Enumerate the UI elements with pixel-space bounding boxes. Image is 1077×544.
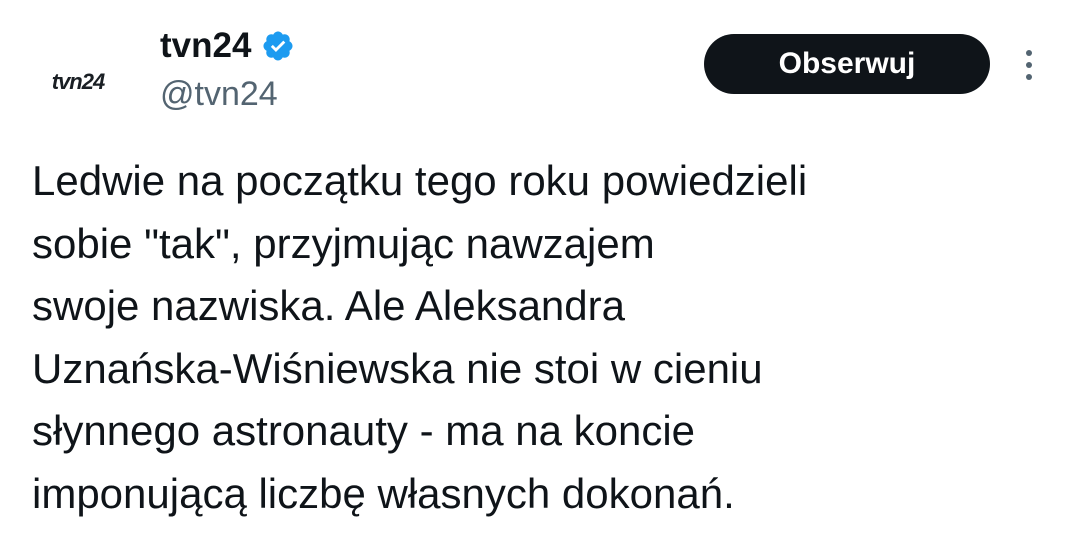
tweet-card: tvn24 tvn24 @tvn24 Obserwuj Ledwie na po…	[0, 0, 1077, 544]
tweet-text-line: swoje nazwiska. Ale Aleksandra	[32, 282, 625, 329]
tweet-text-line: Ledwie na początku tego roku powiedzieli	[32, 157, 808, 204]
tweet-text-line: Uznańska-Wiśniewska nie stoi w cieniu	[32, 344, 763, 392]
author-name-row: tvn24	[160, 22, 295, 70]
verified-badge-icon	[261, 29, 295, 63]
more-vertical-icon[interactable]	[1014, 44, 1044, 86]
display-name[interactable]: tvn24	[160, 22, 251, 70]
follow-button[interactable]: Obserwuj	[704, 34, 990, 94]
tweet-text-line: słynnego astronauty - ma na koncie	[32, 407, 696, 454]
avatar-logo-text: tvn24	[51, 69, 105, 94]
tweet-text-line: imponującą liczbę własnych dokonań.	[32, 469, 735, 517]
avatar[interactable]: tvn24	[30, 34, 126, 130]
author-handle[interactable]: @tvn24	[160, 72, 278, 116]
tweet-text-line: sobie "tak", przyjmując nawzajem	[32, 219, 655, 267]
tweet-text: Ledwie na początku tego roku powiedzieli…	[32, 150, 1042, 525]
